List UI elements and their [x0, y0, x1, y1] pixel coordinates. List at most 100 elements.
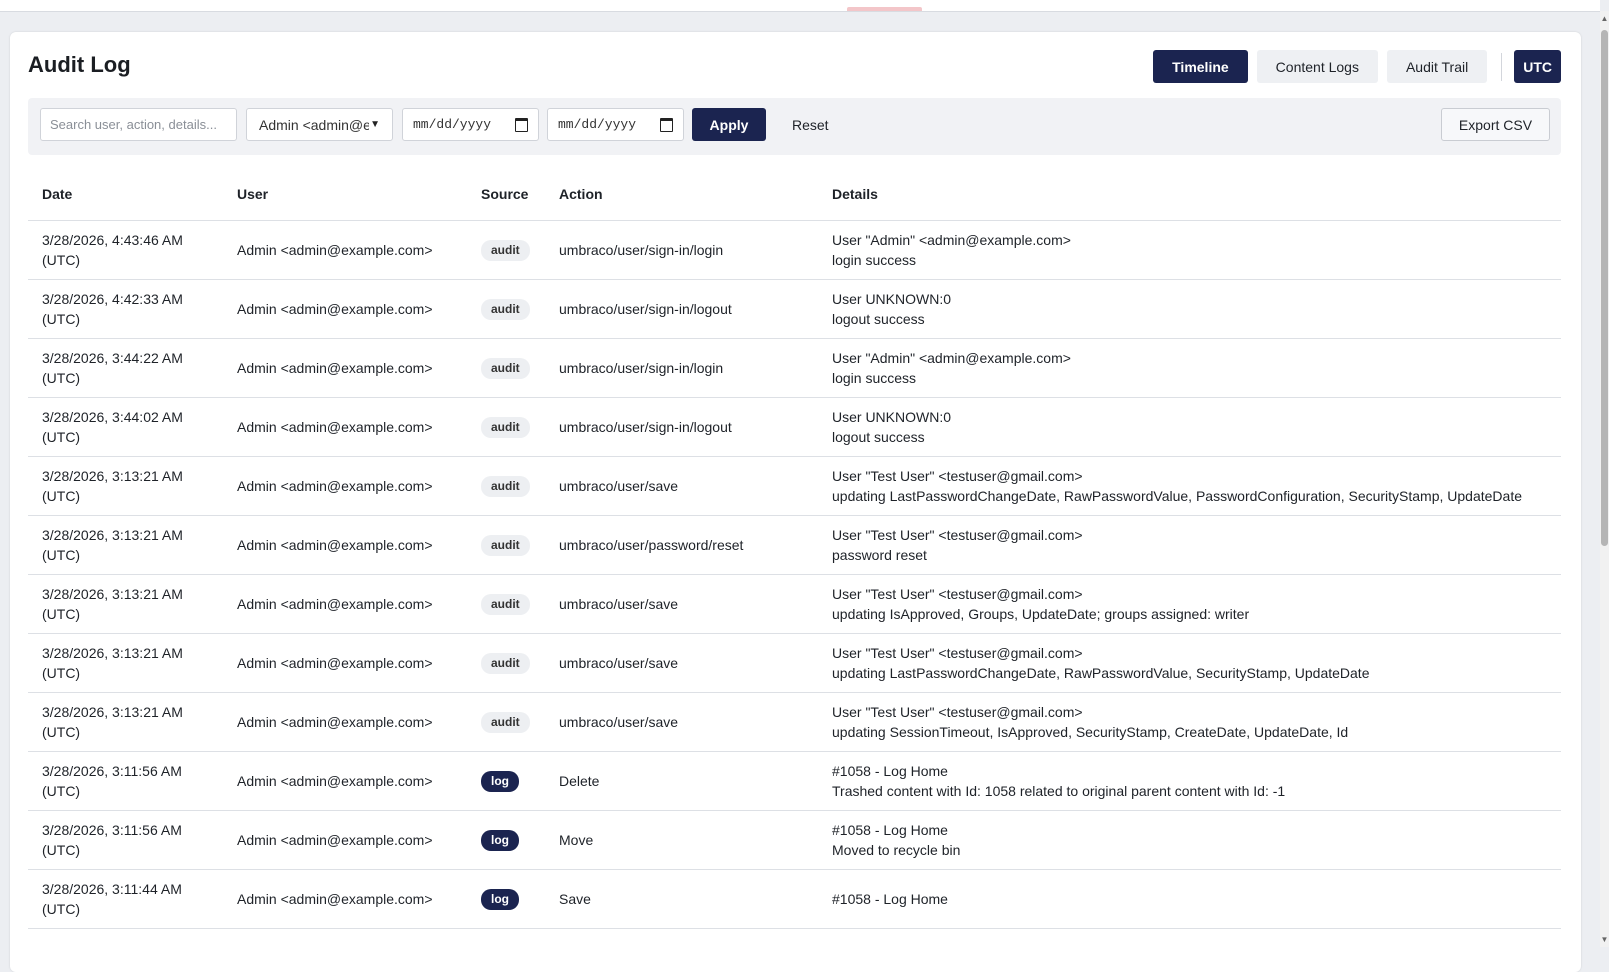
source-badge: audit [481, 240, 530, 261]
cell-date: 3/28/2026, 3:13:21 AM (UTC) [28, 515, 223, 575]
cell-action: Save [545, 869, 818, 929]
cell-user: Admin <admin@example.com> [223, 220, 467, 280]
cell-details: User UNKNOWN:0 logout success [818, 397, 1561, 457]
reset-button[interactable]: Reset [778, 108, 843, 141]
cell-source: audit [467, 397, 545, 457]
cell-date: 3/28/2026, 3:11:56 AM (UTC) [28, 751, 223, 811]
cell-details: User "Admin" <admin@example.com> login s… [818, 338, 1561, 398]
cell-date: 3/28/2026, 4:43:46 AM (UTC) [28, 220, 223, 280]
cell-user: Admin <admin@example.com> [223, 338, 467, 398]
tab-timeline[interactable]: Timeline [1153, 50, 1248, 83]
user-select[interactable]: Admin <admin@example.com> ▼ [246, 108, 393, 141]
date-from-input[interactable]: mm/dd/yyyy [402, 108, 539, 141]
table-row[interactable]: 3/28/2026, 3:13:21 AM (UTC) Admin <admin@… [28, 574, 1561, 634]
cell-action: umbraco/user/save [545, 633, 818, 693]
cell-details: User "Test User" <testuser@gmail.com> up… [818, 692, 1561, 752]
cell-details: #1058 - Log Home [818, 869, 1561, 929]
calendar-icon[interactable] [515, 117, 528, 132]
export-csv-button[interactable]: Export CSV [1441, 108, 1550, 141]
cell-user: Admin <admin@example.com> [223, 810, 467, 870]
cell-details: #1058 - Log Home Trashed content with Id… [818, 751, 1561, 811]
cell-source: log [467, 751, 545, 811]
tab-audit-trail[interactable]: Audit Trail [1386, 50, 1488, 83]
chevron-down-icon: ▼ [370, 119, 380, 130]
source-badge: log [481, 830, 519, 851]
cell-date: 3/28/2026, 3:13:21 AM (UTC) [28, 633, 223, 693]
cell-details: #1058 - Log Home Moved to recycle bin [818, 810, 1561, 870]
column-header-action[interactable]: Action [545, 168, 818, 221]
cell-date: 3/28/2026, 3:13:21 AM (UTC) [28, 574, 223, 634]
date-to-placeholder: mm/dd/yyyy [558, 117, 637, 132]
browser-top-strip [0, 0, 1600, 12]
cell-details: User "Test User" <testuser@gmail.com> up… [818, 574, 1561, 634]
table-row[interactable]: 3/28/2026, 4:42:33 AM (UTC) Admin <admin@… [28, 279, 1561, 339]
source-badge: audit [481, 358, 530, 379]
cell-details: User "Test User" <testuser@gmail.com> pa… [818, 515, 1561, 575]
table-row[interactable]: 3/28/2026, 3:44:22 AM (UTC) Admin <admin@… [28, 338, 1561, 398]
cell-action: Move [545, 810, 818, 870]
calendar-icon[interactable] [660, 117, 673, 132]
table-row[interactable]: 3/28/2026, 3:13:21 AM (UTC) Admin <admin@… [28, 692, 1561, 752]
table-row[interactable]: 3/28/2026, 3:13:21 AM (UTC) Admin <admin@… [28, 456, 1561, 516]
scroll-down-icon[interactable]: ▼ [1600, 935, 1609, 945]
cell-user: Admin <admin@example.com> [223, 692, 467, 752]
table-row[interactable]: 3/28/2026, 3:11:56 AM (UTC) Admin <admin@… [28, 810, 1561, 870]
cell-date: 3/28/2026, 3:44:02 AM (UTC) [28, 397, 223, 457]
source-badge: audit [481, 535, 530, 556]
table-row[interactable]: 3/28/2026, 4:43:46 AM (UTC) Admin <admin@… [28, 220, 1561, 280]
cell-user: Admin <admin@example.com> [223, 869, 467, 929]
cell-date: 3/28/2026, 3:11:56 AM (UTC) [28, 810, 223, 870]
source-badge: audit [481, 417, 530, 438]
cell-source: audit [467, 574, 545, 634]
source-badge: log [481, 889, 519, 910]
cell-source: audit [467, 633, 545, 693]
date-to-input[interactable]: mm/dd/yyyy [547, 108, 684, 141]
cell-action: umbraco/user/save [545, 456, 818, 516]
cell-details: User "Admin" <admin@example.com> login s… [818, 220, 1561, 280]
apply-button[interactable]: Apply [692, 108, 766, 141]
audit-table: Date User Source Action Details 3/28/202… [28, 168, 1561, 929]
cell-source: audit [467, 515, 545, 575]
scroll-up-icon[interactable]: ▲ [1600, 14, 1609, 24]
cell-source: log [467, 810, 545, 870]
cell-details: User "Test User" <testuser@gmail.com> up… [818, 456, 1561, 516]
table-row[interactable]: 3/28/2026, 3:11:44 AM (UTC) Admin <admin@… [28, 869, 1561, 929]
column-header-source[interactable]: Source [467, 168, 545, 221]
column-header-user[interactable]: User [223, 168, 467, 221]
cell-user: Admin <admin@example.com> [223, 574, 467, 634]
cell-action: umbraco/user/sign-in/logout [545, 279, 818, 339]
search-input[interactable] [40, 108, 237, 141]
table-row[interactable]: 3/28/2026, 3:11:56 AM (UTC) Admin <admin@… [28, 751, 1561, 811]
cell-date: 3/28/2026, 3:44:22 AM (UTC) [28, 338, 223, 398]
cell-user: Admin <admin@example.com> [223, 279, 467, 339]
cell-action: umbraco/user/sign-in/login [545, 220, 818, 280]
cell-source: audit [467, 279, 545, 339]
source-badge: audit [481, 712, 530, 733]
page-title: Audit Log [28, 52, 131, 77]
page-scrollbar[interactable]: ▲ ▼ [1600, 11, 1609, 947]
table-row[interactable]: 3/28/2026, 3:13:21 AM (UTC) Admin <admin@… [28, 633, 1561, 693]
tabs-divider [1501, 52, 1503, 81]
cell-date: 3/28/2026, 3:11:44 AM (UTC) [28, 869, 223, 929]
table-body: 3/28/2026, 4:43:46 AM (UTC) Admin <admin@… [28, 220, 1561, 929]
cell-user: Admin <admin@example.com> [223, 751, 467, 811]
cell-source: audit [467, 456, 545, 516]
source-badge: log [481, 771, 519, 792]
cell-date: 3/28/2026, 3:13:21 AM (UTC) [28, 692, 223, 752]
column-header-details[interactable]: Details [818, 168, 1561, 221]
table-row[interactable]: 3/28/2026, 3:13:21 AM (UTC) Admin <admin@… [28, 515, 1561, 575]
cell-action: umbraco/user/sign-in/logout [545, 397, 818, 457]
cell-action: umbraco/user/save [545, 574, 818, 634]
source-badge: audit [481, 594, 530, 615]
source-badge: audit [481, 476, 530, 497]
timezone-button[interactable]: UTC [1514, 50, 1561, 83]
cell-user: Admin <admin@example.com> [223, 397, 467, 457]
column-header-date[interactable]: Date [28, 168, 223, 221]
table-row[interactable]: 3/28/2026, 3:44:02 AM (UTC) Admin <admin@… [28, 397, 1561, 457]
cell-source: audit [467, 220, 545, 280]
cell-date: 3/28/2026, 4:42:33 AM (UTC) [28, 279, 223, 339]
tab-content-logs[interactable]: Content Logs [1256, 50, 1378, 83]
cell-source: audit [467, 692, 545, 752]
scrollbar-thumb[interactable] [1601, 30, 1608, 546]
user-select-value: Admin <admin@example.com> [259, 116, 369, 133]
